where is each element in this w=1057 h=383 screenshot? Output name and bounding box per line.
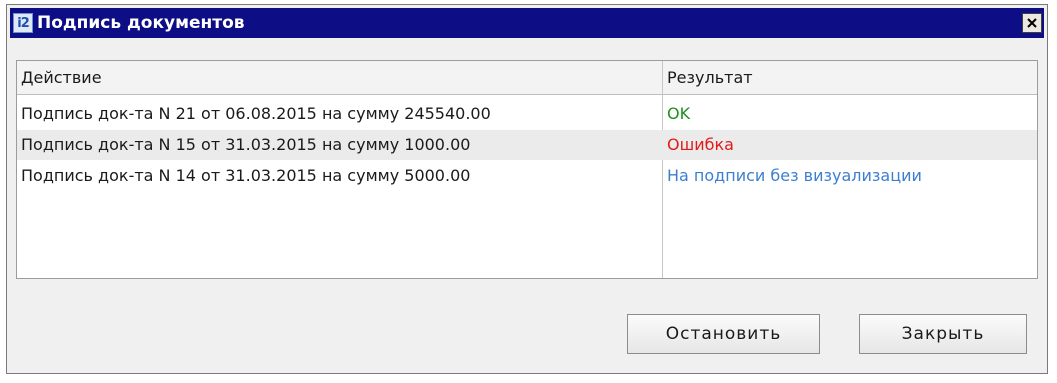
result-cell: На подписи без визуализации	[667, 166, 922, 185]
stop-button[interactable]: Остановить	[627, 314, 820, 354]
action-cell: Подпись док-та N 14 от 31.03.2015 на сум…	[21, 166, 471, 185]
column-header-result[interactable]: Результат	[663, 61, 1039, 94]
table-row[interactable]: Подпись док-та N 14 от 31.03.2015 на сум…	[17, 161, 1037, 191]
action-cell: Подпись док-та N 21 от 06.08.2015 на сум…	[21, 104, 491, 123]
sign-documents-dialog: i2 Подпись документов Действие Результат…	[6, 4, 1048, 374]
app-icon: i2	[13, 13, 33, 33]
result-cell: Ошибка	[667, 135, 734, 154]
action-cell: Подпись док-та N 15 от 31.03.2015 на сум…	[21, 135, 471, 154]
close-icon	[1027, 18, 1037, 28]
table-header: Действие Результат	[17, 61, 1037, 95]
column-header-action[interactable]: Действие	[17, 61, 662, 94]
table-row[interactable]: Подпись док-та N 21 от 06.08.2015 на сум…	[17, 99, 1037, 129]
close-window-button[interactable]	[1022, 13, 1042, 33]
result-cell: OK	[667, 104, 691, 123]
title-bar[interactable]: i2 Подпись документов	[10, 8, 1044, 38]
table-row[interactable]: Подпись док-та N 15 от 31.03.2015 на сум…	[17, 130, 1037, 160]
results-table: Действие Результат Подпись док-та N 21 о…	[16, 60, 1038, 279]
window-title: Подпись документов	[37, 13, 245, 33]
close-button[interactable]: Закрыть	[859, 314, 1027, 354]
